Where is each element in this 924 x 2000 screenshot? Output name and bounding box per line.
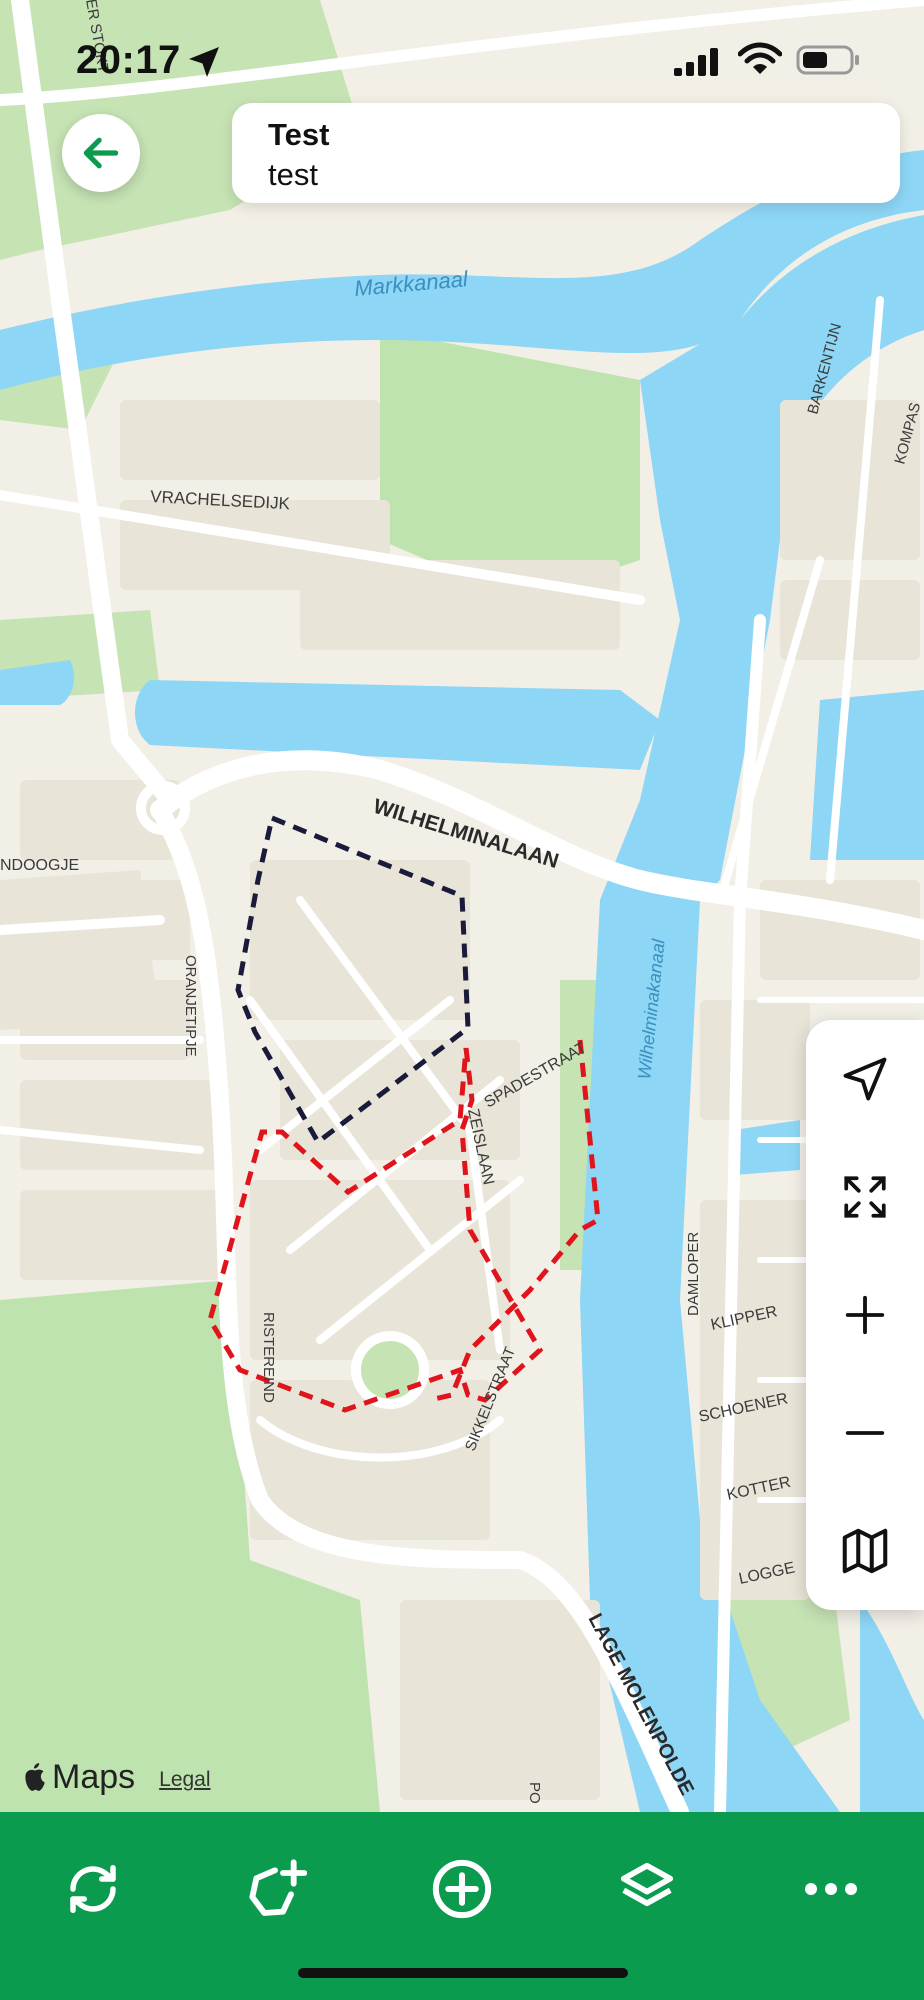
add-circle-icon: [432, 1859, 492, 1919]
title-card: Test test: [232, 103, 900, 203]
label-po: PO: [526, 1782, 543, 1804]
label-risterend: RISTEREIND: [260, 1312, 277, 1403]
map-controls: [806, 1020, 924, 1610]
sync-icon: [70, 1865, 116, 1913]
add-area-button[interactable]: [220, 1846, 330, 1932]
arrow-left-icon: [83, 137, 119, 169]
label-ndoogje: NDOOGJE: [0, 857, 79, 874]
zoom-in-button[interactable]: [806, 1256, 924, 1374]
maps-wordmark: Maps: [52, 1757, 136, 1796]
legal-link[interactable]: Legal: [159, 1768, 210, 1792]
apple-logo-icon: [25, 1763, 45, 1791]
map-icon: [842, 1528, 888, 1574]
sync-button[interactable]: [38, 1846, 148, 1932]
zoom-out-button[interactable]: [806, 1374, 924, 1492]
map-attribution: Maps Legal: [22, 1755, 211, 1799]
map-type-button[interactable]: [806, 1492, 924, 1610]
fit-bounds-button[interactable]: [806, 1138, 924, 1256]
add-polygon-icon: [249, 1859, 307, 1916]
back-button[interactable]: [62, 114, 140, 192]
battery-icon: [796, 45, 859, 75]
cellular-signal-icon: [674, 48, 718, 76]
wifi-icon: [738, 42, 782, 74]
page-title: Test: [268, 117, 330, 152]
expand-icon: [844, 1176, 886, 1218]
status-time: 20:17: [76, 38, 181, 82]
label-oranjetipje: ORANJETIPJE: [182, 955, 199, 1057]
label-damloper: DAMLOPER: [685, 1232, 702, 1316]
more-horizontal-icon: [805, 1883, 857, 1895]
page-subtitle: test: [268, 157, 318, 192]
plus-icon: [845, 1295, 885, 1335]
location-arrow-icon: [189, 47, 219, 77]
map-view[interactable]: Markkanaal VRACHELSEDIJK WILHELMINALAAN …: [0, 0, 924, 1812]
home-indicator: [298, 1968, 628, 1978]
more-button[interactable]: [776, 1846, 886, 1932]
layers-button[interactable]: [592, 1846, 702, 1932]
status-bar: 20:17: [0, 0, 924, 120]
minus-icon: [845, 1431, 885, 1435]
add-point-button[interactable]: [407, 1846, 517, 1932]
navigation-arrow-icon: [843, 1057, 887, 1101]
layers-icon: [620, 1862, 674, 1907]
locate-button[interactable]: [806, 1020, 924, 1138]
